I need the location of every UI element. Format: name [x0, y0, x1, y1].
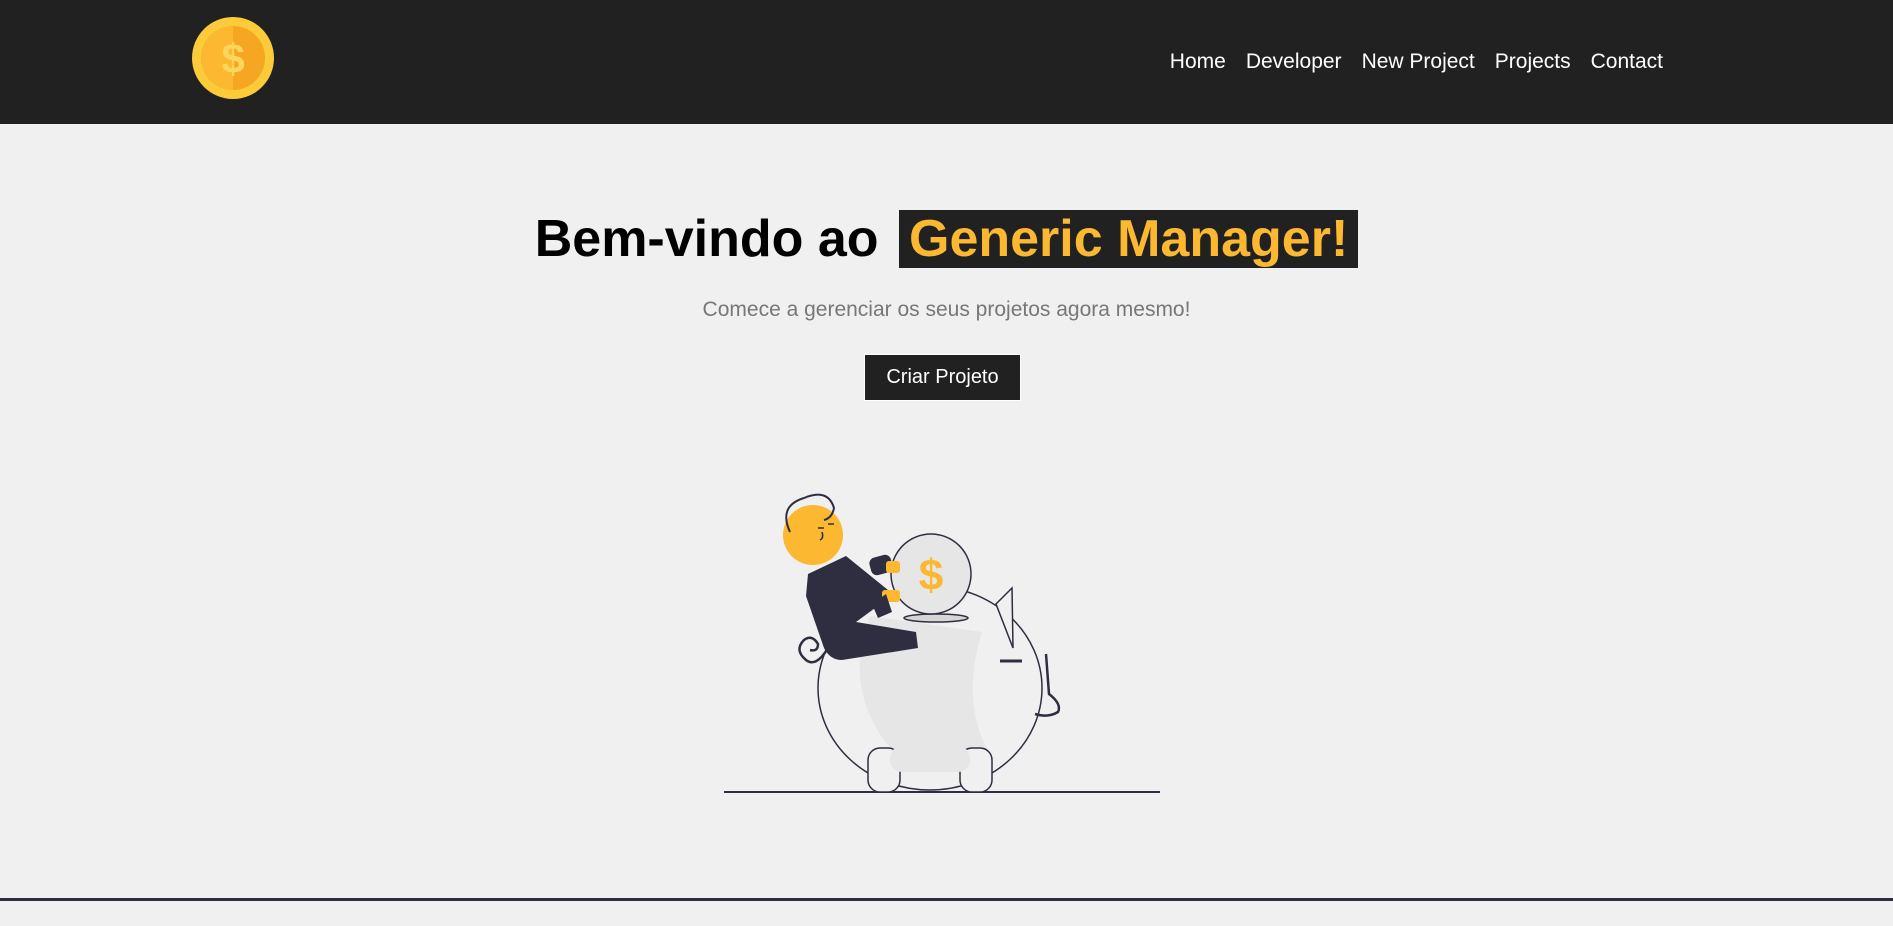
hero-subtitle: Comece a gerenciar os seus projetos agor…	[702, 298, 1191, 321]
nav-item-contact[interactable]: Contact	[1581, 48, 1673, 76]
title-highlight: Generic Manager!	[899, 210, 1359, 268]
main-nav: Home Developer New Project Projects Cont…	[1160, 48, 1673, 76]
nav-item-new-project[interactable]: New Project	[1352, 48, 1485, 76]
svg-text:$: $	[221, 35, 244, 82]
hero-section: Bem-vindo ao Generic Manager! Comece a g…	[0, 124, 1893, 901]
nav-item-home[interactable]: Home	[1160, 48, 1236, 76]
piggy-bank-illustration: $	[724, 493, 1160, 793]
navbar: $ Home Developer New Project Projects Co…	[0, 0, 1893, 124]
nav-item-developer[interactable]: Developer	[1236, 48, 1352, 76]
dollar-coin-logo-icon[interactable]: $	[192, 17, 274, 99]
create-project-button[interactable]: Criar Projeto	[864, 354, 1021, 401]
svg-text:$: $	[919, 551, 943, 600]
nav-item-projects[interactable]: Projects	[1485, 48, 1581, 76]
page-title: Bem-vindo ao Generic Manager!	[0, 204, 1893, 274]
title-prefix: Bem-vindo ao	[534, 210, 879, 268]
